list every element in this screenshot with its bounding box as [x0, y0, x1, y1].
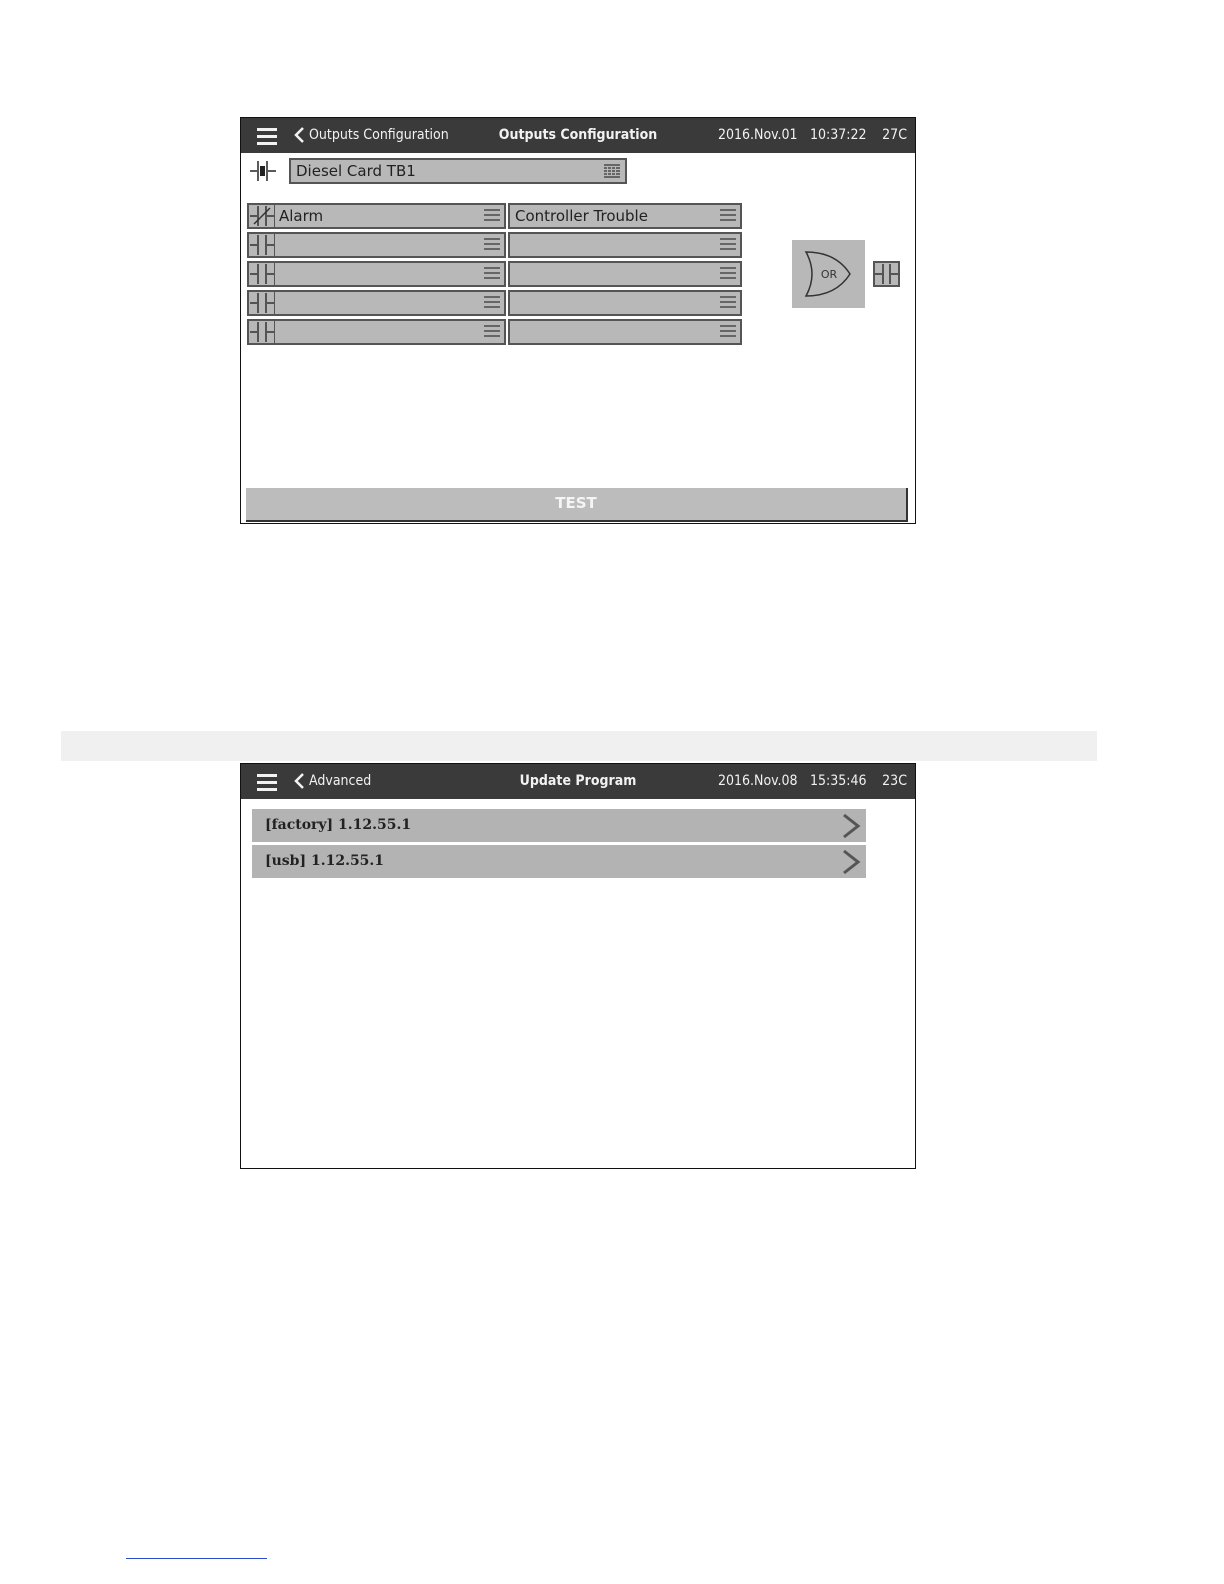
relay-coil-icon [250, 161, 276, 181]
program-label: [usb] 1.12.55.1 [265, 853, 385, 869]
input-row [247, 261, 742, 287]
list-icon[interactable] [484, 267, 500, 281]
normally-open-contact-icon[interactable] [250, 263, 275, 285]
header-date: 2016.Nov.01 [718, 127, 798, 143]
back-label: Outputs Configuration [309, 127, 449, 143]
card-select-value: Diesel Card TB1 [296, 162, 416, 180]
input-row [247, 232, 742, 258]
logic-gate-button[interactable]: OR [792, 240, 865, 308]
keypad-icon[interactable] [604, 164, 620, 178]
or-gate-icon: OR [804, 251, 851, 297]
back-button[interactable]: Outputs Configuration [293, 126, 449, 144]
chevron-right-icon [843, 813, 861, 839]
outputs-configuration-screen: Outputs Configuration Outputs Configurat… [240, 117, 916, 524]
page-separator [61, 731, 1097, 761]
test-button[interactable]: TEST [246, 488, 908, 522]
list-item[interactable]: [usb] 1.12.55.1 [252, 845, 866, 878]
header-bar: Advanced Update Program 2016.Nov.08 15:3… [241, 764, 915, 799]
back-label: Advanced [309, 773, 372, 789]
update-program-screen: Advanced Update Program 2016.Nov.08 15:3… [240, 763, 916, 1169]
list-icon[interactable] [720, 238, 736, 252]
list-icon[interactable] [484, 209, 500, 223]
input-select-right[interactable] [508, 290, 742, 316]
normally-closed-contact-icon[interactable] [250, 205, 275, 227]
input-row: Alarm Controller Trouble [247, 203, 742, 229]
list-icon[interactable] [484, 238, 500, 252]
program-label: [factory] 1.12.55.1 [265, 817, 412, 833]
input-select-right[interactable] [508, 232, 742, 258]
input-select-right[interactable]: Controller Trouble [508, 203, 742, 229]
list-icon[interactable] [720, 325, 736, 339]
normally-open-contact-icon [875, 264, 898, 284]
list-icon[interactable] [484, 296, 500, 310]
header-temperature: 27C [882, 127, 907, 143]
header-time: 10:37:22 [810, 127, 867, 143]
chevron-right-icon [843, 849, 861, 875]
input-select-left[interactable] [247, 261, 506, 287]
menu-icon[interactable] [257, 128, 277, 145]
card-select[interactable]: Diesel Card TB1 [289, 158, 627, 184]
header-bar: Outputs Configuration Outputs Configurat… [241, 118, 915, 153]
logic-gate-label: OR [821, 268, 838, 281]
input-rows: Alarm Controller Trouble [247, 203, 742, 348]
input-label-right: Controller Trouble [515, 207, 648, 225]
input-select-left[interactable] [247, 319, 506, 345]
input-row [247, 319, 742, 345]
header-time: 15:35:46 [810, 773, 867, 789]
input-label-left: Alarm [279, 207, 324, 225]
footnote-rule [126, 1558, 267, 1559]
input-select-left[interactable] [247, 290, 506, 316]
output-contact-button[interactable] [873, 261, 900, 287]
input-select-right[interactable] [508, 319, 742, 345]
list-icon[interactable] [720, 267, 736, 281]
header-temperature: 23C [882, 773, 907, 789]
menu-icon[interactable] [257, 774, 277, 791]
program-list: [factory] 1.12.55.1 [usb] 1.12.55.1 [252, 809, 866, 881]
normally-open-contact-icon[interactable] [250, 292, 275, 314]
input-select-left[interactable] [247, 232, 506, 258]
normally-open-contact-icon[interactable] [250, 321, 275, 343]
chevron-left-icon [294, 773, 304, 789]
input-select-left[interactable]: Alarm [247, 203, 506, 229]
list-item[interactable]: [factory] 1.12.55.1 [252, 809, 866, 842]
input-select-right[interactable] [508, 261, 742, 287]
header-date: 2016.Nov.08 [718, 773, 798, 789]
list-icon[interactable] [720, 209, 736, 223]
list-icon[interactable] [720, 296, 736, 310]
list-icon[interactable] [484, 325, 500, 339]
input-row [247, 290, 742, 316]
chevron-left-icon [294, 127, 304, 143]
back-button[interactable]: Advanced [293, 772, 371, 790]
normally-open-contact-icon[interactable] [250, 234, 275, 256]
